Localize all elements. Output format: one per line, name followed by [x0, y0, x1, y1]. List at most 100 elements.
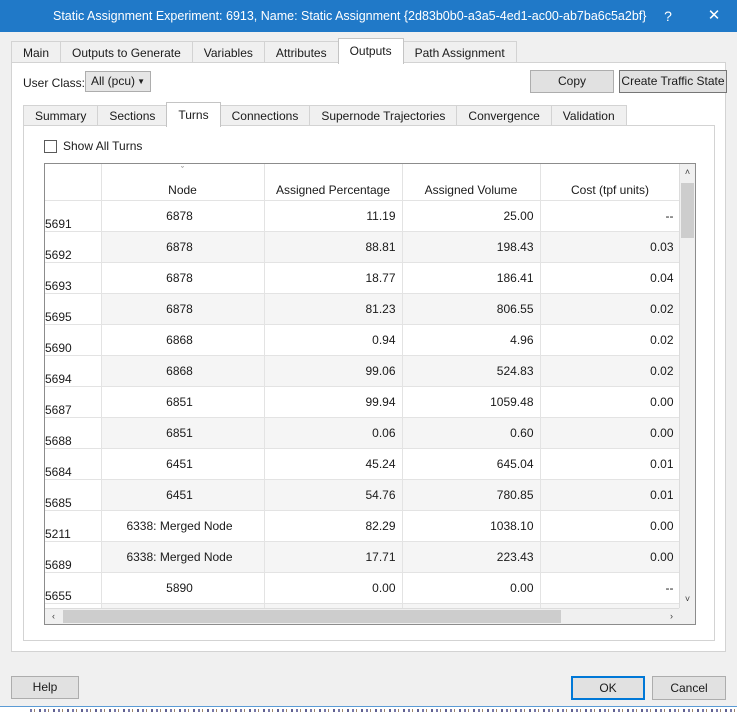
table-row[interactable]: 5693 6878 18.77 186.41 0.04 — [45, 262, 680, 294]
cell-id: 5655 — [45, 572, 102, 604]
user-class-label: User Class: — [23, 76, 86, 90]
tab-supernode-trajectories[interactable]: Supernode Trajectories — [309, 105, 458, 126]
cell-id: 5211 — [45, 510, 102, 542]
user-class-value: All (pcu) — [91, 74, 136, 88]
create-traffic-state-button[interactable]: Create Traffic State — [619, 70, 727, 93]
cell-cost: 0.00 — [540, 510, 680, 542]
checkbox-box-icon — [44, 139, 57, 153]
cell-node: 6868 — [101, 355, 265, 387]
cell-id: 5690 — [45, 324, 102, 356]
cell-id: 5685 — [45, 479, 102, 511]
cell-cost: 0.01 — [540, 448, 680, 480]
close-icon[interactable]: ✕ — [691, 0, 737, 32]
table-row[interactable]: 5211 6338: Merged Node 82.29 1038.10 0.00 — [45, 510, 680, 542]
table-row[interactable]: 5690 6868 0.94 4.96 0.02 — [45, 324, 680, 356]
ok-button[interactable]: OK — [571, 676, 645, 700]
copy-button[interactable]: Copy — [530, 70, 614, 93]
cell-cost: 0.03 — [540, 231, 680, 263]
column-header-cost[interactable]: Cost (tpf units) — [540, 164, 680, 201]
cell-assigned-volume: 0.60 — [402, 417, 541, 449]
scroll-up-icon[interactable]: ˄ — [680, 164, 695, 181]
cell-assigned-volume: 25.00 — [402, 200, 541, 232]
table-row[interactable]: 5688 6851 0.06 0.60 0.00 — [45, 417, 680, 449]
title-bar: Static Assignment Experiment: 6913, Name… — [0, 0, 737, 32]
column-header-node[interactable]: ˇ Node — [101, 164, 265, 201]
cell-assigned-percentage: 17.71 — [264, 541, 403, 573]
cell-assigned-percentage: 81.23 — [264, 293, 403, 325]
cell-assigned-volume: 198.43 — [402, 231, 541, 263]
cell-cost: 0.04 — [540, 262, 680, 294]
help-button[interactable]: Help — [11, 676, 79, 699]
cell-id: 5693 — [45, 262, 102, 294]
inner-tab-strip: Summary Sections Turns Connections Super… — [23, 101, 627, 127]
cell-assigned-percentage: 18.77 — [264, 262, 403, 294]
help-icon[interactable]: ? — [645, 0, 691, 32]
tab-variables[interactable]: Variables — [191, 41, 265, 63]
turns-table-body: 5691 6878 11.19 25.00 -- 5692 6878 88.81 198.43 0… — [45, 200, 680, 608]
vertical-scrollbar-thumb[interactable] — [681, 183, 694, 238]
cell-cost: 0.02 — [540, 324, 680, 356]
table-row[interactable]: 5694 6868 99.06 524.83 0.02 — [45, 355, 680, 387]
tab-outputs-to-generate[interactable]: Outputs to Generate — [60, 41, 193, 63]
cell-assigned-percentage: 99.94 — [264, 386, 403, 418]
cell-node: 6878 — [101, 293, 265, 325]
show-all-turns-checkbox[interactable]: Show All Turns — [44, 138, 142, 154]
scrollbar-corner — [679, 608, 695, 624]
vertical-scrollbar[interactable]: ˄ ˅ — [679, 164, 695, 608]
cell-assigned-percentage: 88.81 — [264, 231, 403, 263]
column-header-assigned-volume[interactable]: Assigned Volume — [402, 164, 541, 201]
cell-id: 5684 — [45, 448, 102, 480]
cell-node: 6868 — [101, 324, 265, 356]
tab-connections[interactable]: Connections — [219, 105, 311, 126]
tab-main[interactable]: Main — [11, 41, 62, 63]
table-row[interactable]: 5684 6451 45.24 645.04 0.01 — [45, 448, 680, 480]
turns-table: ˇ Node Assigned Percentage Assigned Volu… — [45, 164, 680, 608]
cell-assigned-volume: 780.85 — [402, 479, 541, 511]
table-row[interactable]: 5655 5890 0.00 0.00 -- — [45, 572, 680, 604]
cell-assigned-percentage: 0.00 — [264, 572, 403, 604]
tab-turns[interactable]: Turns — [166, 102, 221, 127]
table-row[interactable]: 5687 6851 99.94 1059.48 0.00 — [45, 386, 680, 418]
cell-id: 5688 — [45, 417, 102, 449]
horizontal-scrollbar[interactable]: ‹ › — [45, 608, 680, 624]
scroll-down-icon[interactable]: ˅ — [680, 591, 695, 608]
tab-sections[interactable]: Sections — [97, 105, 168, 126]
cell-node: 6878 — [101, 231, 265, 263]
cell-assigned-percentage: 0.94 — [264, 324, 403, 356]
cancel-button[interactable]: Cancel — [652, 676, 726, 700]
tab-convergence[interactable]: Convergence — [456, 105, 552, 126]
tab-outputs[interactable]: Outputs — [337, 38, 404, 64]
cell-node: 6851 — [101, 417, 265, 449]
cell-id: 5692 — [45, 231, 102, 263]
cell-id: 5687 — [45, 386, 102, 418]
cell-node: 6451 — [101, 448, 265, 480]
cell-cost: -- — [540, 200, 680, 232]
cell-assigned-percentage: 99.06 — [264, 355, 403, 387]
table-row[interactable]: 5691 6878 11.19 25.00 -- — [45, 200, 680, 232]
table-row[interactable]: 5692 6878 88.81 198.43 0.03 — [45, 231, 680, 263]
cell-assigned-volume: 806.55 — [402, 293, 541, 325]
turns-tab-page: Show All Turns ˇ Node Assigned Percentag… — [23, 125, 715, 641]
table-row[interactable]: 5695 6878 81.23 806.55 0.02 — [45, 293, 680, 325]
table-row[interactable]: 5689 6338: Merged Node 17.71 223.43 0.00 — [45, 541, 680, 573]
cell-node: 6451 — [101, 479, 265, 511]
horizontal-scrollbar-thumb[interactable] — [63, 610, 561, 623]
cell-node: 6878 — [101, 200, 265, 232]
cell-cost: 0.01 — [540, 479, 680, 511]
chevron-down-icon: ▼ — [137, 77, 145, 86]
tab-path-assignment[interactable]: Path Assignment — [402, 41, 517, 63]
column-header-id[interactable] — [45, 164, 102, 201]
user-class-dropdown[interactable]: All (pcu) ▼ — [85, 71, 151, 92]
scroll-right-icon[interactable]: › — [663, 609, 680, 624]
tab-summary[interactable]: Summary — [23, 105, 99, 126]
column-header-assigned-percentage[interactable]: Assigned Percentage — [264, 164, 403, 201]
tab-attributes[interactable]: Attributes — [263, 41, 339, 63]
cell-assigned-volume: 4.96 — [402, 324, 541, 356]
scroll-left-icon[interactable]: ‹ — [45, 609, 62, 624]
tab-validation[interactable]: Validation — [550, 105, 627, 126]
background-window-sliver — [0, 706, 737, 712]
window-title: Static Assignment Experiment: 6913, Name… — [53, 9, 647, 23]
column-header-node-label: Node — [168, 183, 197, 197]
cell-node: 5890 — [101, 572, 265, 604]
table-row[interactable]: 5685 6451 54.76 780.85 0.01 — [45, 479, 680, 511]
